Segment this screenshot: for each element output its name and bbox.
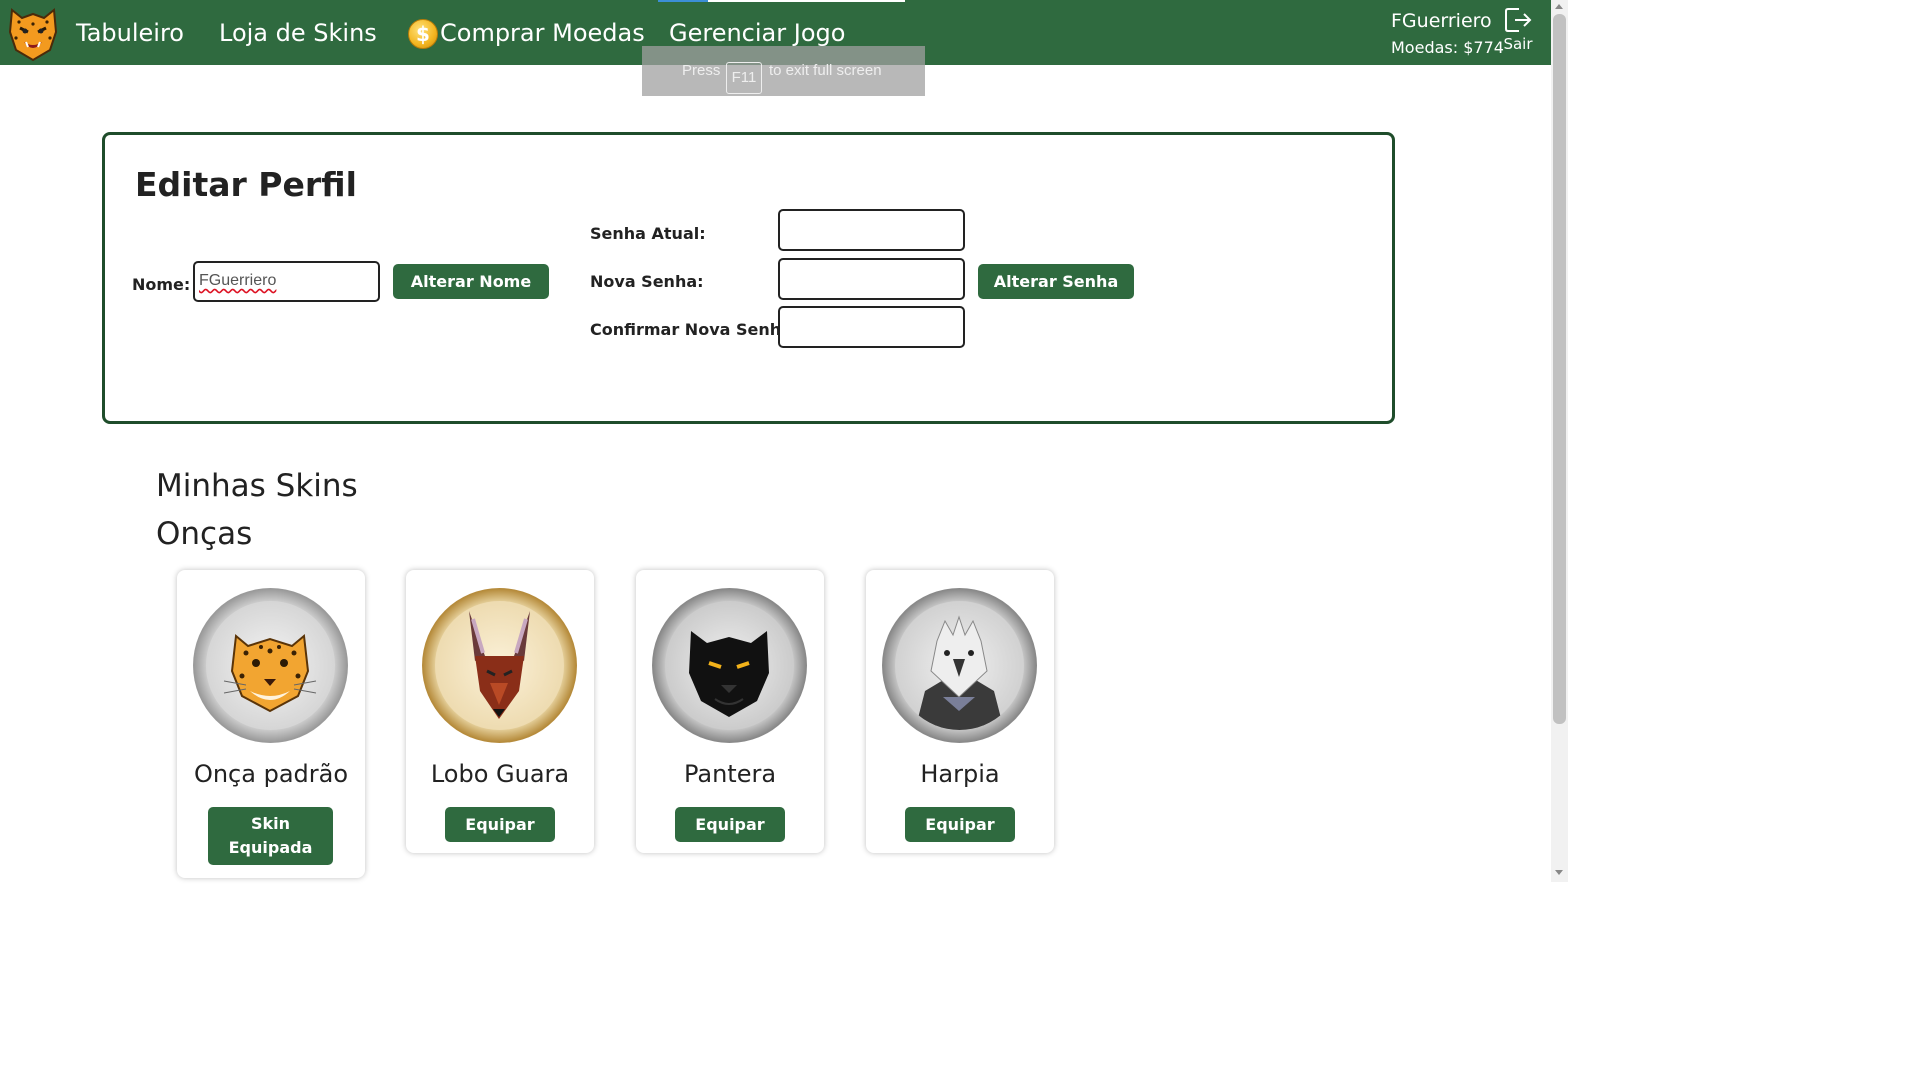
change-name-button[interactable]: Alterar Nome xyxy=(393,264,549,299)
edit-profile-title: Editar Perfil xyxy=(135,165,357,204)
my-skins-title: Minhas Skins xyxy=(156,468,358,504)
active-tab-indicator xyxy=(658,0,905,2)
maned-wolf-icon xyxy=(422,588,577,743)
logout-icon xyxy=(1505,8,1532,32)
logout-button[interactable]: Sair xyxy=(1498,6,1538,60)
nav-link-loja-de-skins[interactable]: Loja de Skins xyxy=(219,18,377,48)
jaguar-logo-icon[interactable] xyxy=(6,2,60,62)
scroll-up-arrow-icon[interactable] xyxy=(1555,4,1563,9)
coin-icon: $ xyxy=(408,19,438,49)
edit-profile-card: Editar Perfil Nome: FGuerriero Alterar N… xyxy=(102,132,1395,424)
logout-label: Sair xyxy=(1503,35,1533,53)
confirm-password-input[interactable] xyxy=(778,306,965,348)
skin-equipped-button[interactable]: Skin Equipada xyxy=(208,807,333,865)
nav-link-tabuleiro[interactable]: Tabuleiro xyxy=(76,18,184,48)
jaguar-icon xyxy=(193,588,348,743)
new-password-label: Nova Senha: xyxy=(590,272,704,291)
scrollbar-thumb[interactable] xyxy=(1553,14,1566,724)
new-password-input[interactable] xyxy=(778,258,965,300)
f11-key: F11 xyxy=(726,62,762,94)
current-password-input[interactable] xyxy=(778,209,965,251)
name-input-value: FGuerriero xyxy=(199,272,277,289)
skin-card-lobo-guara: Lobo Guara Equipar xyxy=(406,570,594,853)
skin-card-pantera: Pantera Equipar xyxy=(636,570,824,853)
panther-icon xyxy=(652,588,807,743)
nav-link-comprar-moedas[interactable]: Comprar Moedas xyxy=(440,18,645,48)
harpy-eagle-icon xyxy=(882,588,1037,743)
skin-name: Lobo Guara xyxy=(430,760,570,788)
skin-name: Onça padrão xyxy=(193,760,349,788)
nav-link-gerenciar-jogo[interactable]: Gerenciar Jogo xyxy=(669,18,845,48)
skin-category-title: Onças xyxy=(156,516,253,552)
fullscreen-notice-suffix: to exit full screen xyxy=(769,62,882,79)
skin-card-onca-padrao: Onça padrão Skin Equipada xyxy=(177,570,365,878)
equip-button[interactable]: Equipar xyxy=(675,807,785,842)
skin-name: Pantera xyxy=(683,760,777,788)
equip-button[interactable]: Equipar xyxy=(905,807,1015,842)
user-coins-balance: Moedas: $774 xyxy=(1391,38,1504,57)
fullscreen-notice-prefix: Press xyxy=(682,62,721,79)
confirm-password-label: Confirmar Nova Senha: xyxy=(590,320,799,339)
name-input[interactable]: FGuerriero xyxy=(193,261,380,302)
page-scrollbar[interactable] xyxy=(1551,0,1568,882)
skin-card-harpia: Harpia Equipar xyxy=(866,570,1054,853)
change-password-button[interactable]: Alterar Senha xyxy=(978,264,1134,299)
fullscreen-exit-notice: Press F11 to exit full screen xyxy=(642,46,925,96)
current-password-label: Senha Atual: xyxy=(590,224,706,243)
skin-name: Harpia xyxy=(920,760,1000,788)
equip-button[interactable]: Equipar xyxy=(445,807,555,842)
scroll-down-arrow-icon[interactable] xyxy=(1555,870,1563,875)
user-name: FGuerriero xyxy=(1391,10,1492,32)
name-label: Nome: xyxy=(132,275,191,294)
